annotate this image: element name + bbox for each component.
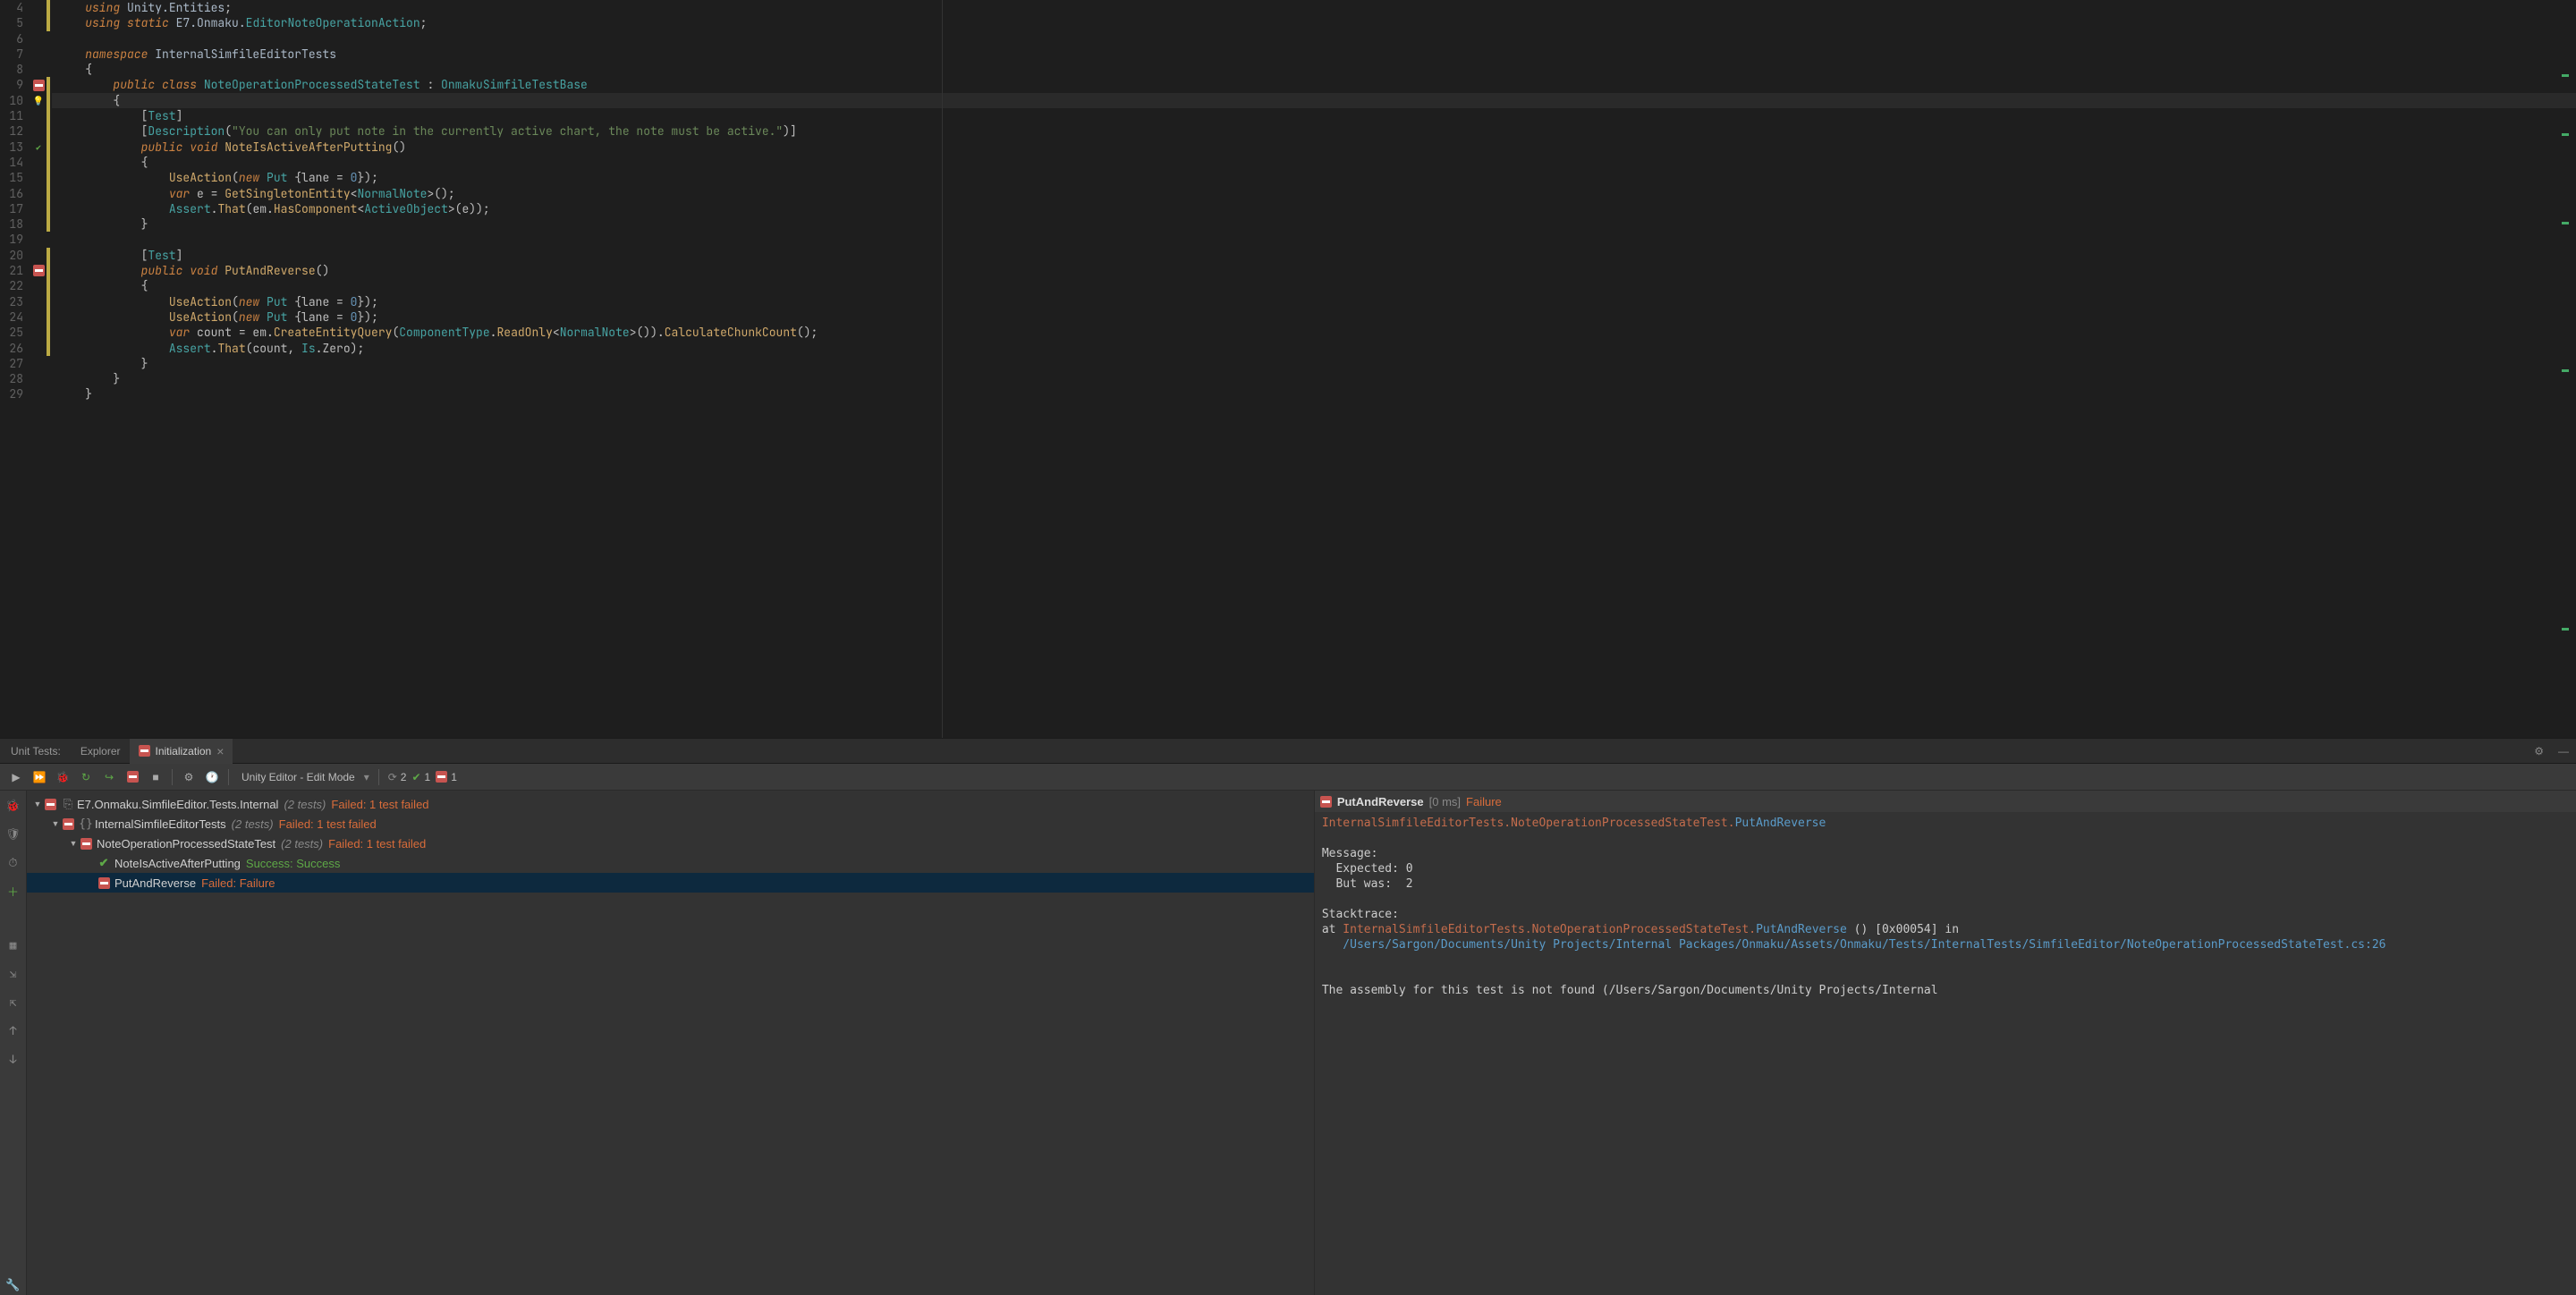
fail-status-icon: [1320, 796, 1332, 808]
shield-icon[interactable]: 🛡: [3, 823, 24, 844]
fail-count: 1: [436, 771, 457, 783]
run-button[interactable]: ▶: [5, 766, 27, 788]
gutter-markers: 💡 ✔: [30, 0, 47, 738]
settings-button[interactable]: ⚙: [178, 766, 199, 788]
add-icon[interactable]: ＋: [3, 880, 24, 901]
tree-class[interactable]: ▼ NoteOperationProcessedStateTest (2 tes…: [27, 834, 1314, 853]
test-tree[interactable]: ▼ ⎘ E7.Onmaku.SimfileEditor.Tests.Intern…: [27, 791, 1314, 1295]
fail-status-icon: [139, 745, 150, 757]
collapse-icon[interactable]: ⇱: [3, 991, 24, 1012]
scrollbar-markers[interactable]: [2562, 0, 2571, 738]
panel-tab-bar: Unit Tests: Explorer Initialization × ⚙ …: [0, 738, 2576, 764]
tab-initialization[interactable]: Initialization ×: [130, 739, 233, 764]
gear-icon[interactable]: ⚙: [2527, 745, 2551, 758]
tree-root[interactable]: ▼ ⎘ E7.Onmaku.SimfileEditor.Tests.Intern…: [27, 794, 1314, 814]
detail-title: PutAndReverse: [1337, 795, 1424, 808]
debug-button[interactable]: 🐞: [52, 766, 73, 788]
stop-on-fail-button[interactable]: [122, 766, 143, 788]
bug-icon[interactable]: 🐞: [3, 794, 24, 816]
test-pass-gutter-icon[interactable]: ✔: [30, 140, 47, 155]
run-all-button[interactable]: ⏩: [29, 766, 50, 788]
detail-status: Failure: [1466, 795, 1502, 808]
tab-explorer[interactable]: Explorer: [72, 740, 130, 763]
lightbulb-icon[interactable]: 💡: [30, 93, 47, 108]
tree-test-pass[interactable]: ✔ NoteIsActiveAfterPutting Success: Succ…: [27, 853, 1314, 873]
run-mode-dropdown[interactable]: Unity Editor - Edit Mode: [234, 767, 373, 787]
line-number-gutter: 4567891011121314151617181920212223242526…: [0, 0, 30, 738]
breakpoint-icon[interactable]: [30, 77, 47, 92]
layout-icon[interactable]: ▦: [3, 934, 24, 955]
tree-namespace[interactable]: ▼ {} InternalSimfileEditorTests (2 tests…: [27, 814, 1314, 834]
panel-title: Unit Tests:: [0, 745, 72, 758]
total-count: ⟳2: [388, 771, 407, 783]
close-tab-icon[interactable]: ×: [216, 744, 224, 758]
test-toolbar: ▶ ⏩ 🐞 ↻ ↪ ■ ⚙ 🕐 Unity Editor - Edit Mode…: [0, 764, 2576, 791]
clock-icon[interactable]: ⏱: [3, 851, 24, 873]
tree-test-fail[interactable]: PutAndReverse Failed: Failure: [27, 873, 1314, 893]
repeat-button[interactable]: ↻: [75, 766, 97, 788]
up-icon[interactable]: ↑: [3, 1020, 24, 1041]
expand-icon[interactable]: ⇲: [3, 962, 24, 984]
rerun-failed-button[interactable]: ↪: [98, 766, 120, 788]
code-content[interactable]: using Unity.Entities; using static E7.On…: [52, 0, 2576, 738]
detail-body[interactable]: InternalSimfileEditorTests.NoteOperation…: [1315, 812, 2576, 1002]
test-detail-panel: PutAndReverse [0 ms] Failure InternalSim…: [1314, 791, 2576, 1295]
down-icon[interactable]: ↓: [3, 1048, 24, 1070]
wrench-icon[interactable]: 🔧: [3, 1274, 24, 1295]
detail-time: [0 ms]: [1429, 795, 1461, 808]
minimize-icon[interactable]: —: [2551, 745, 2576, 758]
pass-count: ✔1: [411, 771, 430, 783]
code-editor: 4567891011121314151617181920212223242526…: [0, 0, 2576, 738]
history-button[interactable]: 🕐: [201, 766, 223, 788]
stop-button[interactable]: ■: [145, 766, 166, 788]
test-fail-gutter-icon[interactable]: [30, 263, 47, 278]
side-toolbar: 🐞 🛡 ⏱ ＋ ▦ ⇲ ⇱ ↑ ↓ 🔧: [0, 791, 27, 1295]
detail-header: PutAndReverse [0 ms] Failure: [1315, 791, 2576, 812]
